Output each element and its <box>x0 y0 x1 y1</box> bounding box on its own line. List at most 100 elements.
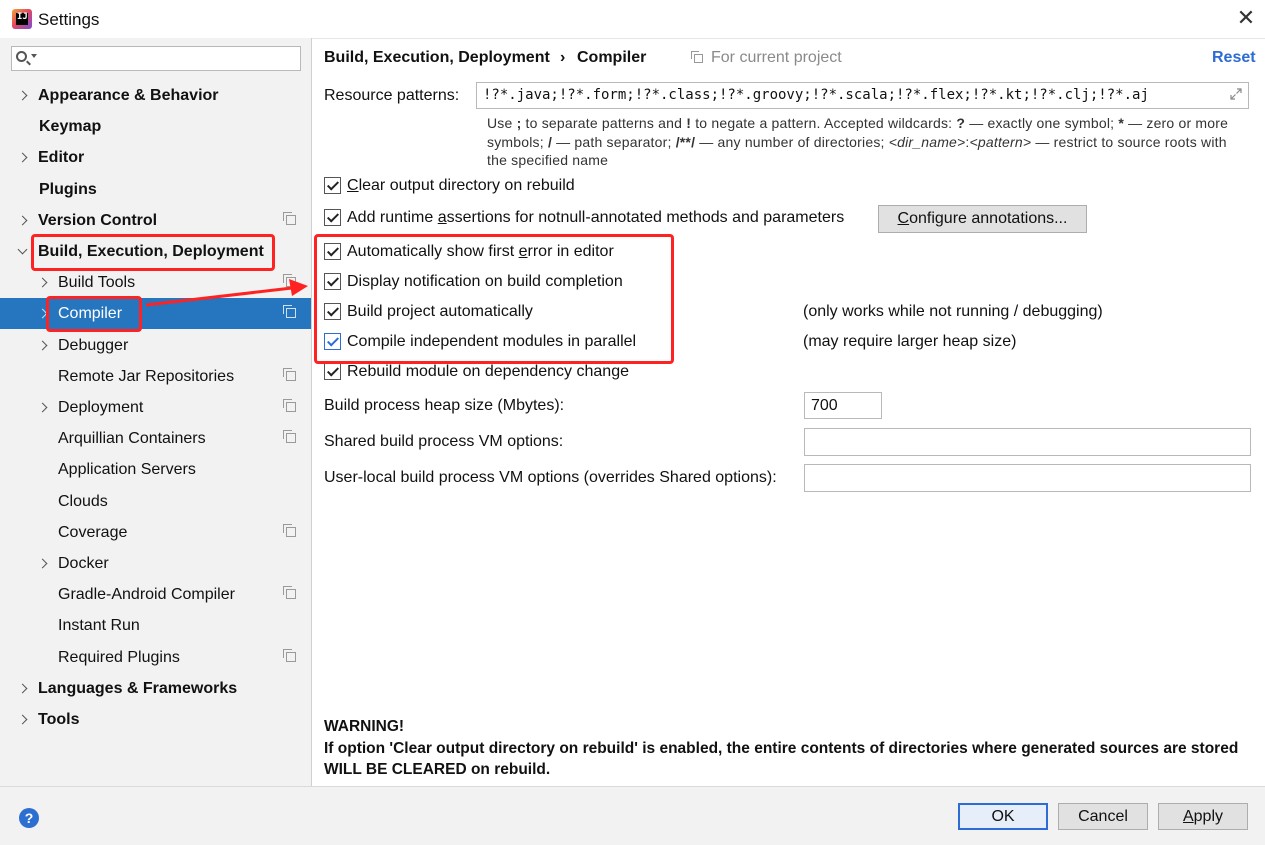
expand-icon[interactable] <box>1228 86 1244 102</box>
project-scope-icon <box>283 274 296 287</box>
sidebar-item-label: Build, Execution, Deployment <box>38 243 264 260</box>
apply-button[interactable]: Apply <box>1158 803 1248 830</box>
sidebar-item-editor[interactable]: Editor <box>0 142 311 173</box>
resource-patterns-help: Use ; to separate patterns and ! to nega… <box>487 115 1229 168</box>
build-automatically-note: (only works while not running / debuggin… <box>803 303 1103 320</box>
resource-patterns-label: Resource patterns: <box>324 87 460 104</box>
sidebar-item-label: Coverage <box>58 524 128 541</box>
sidebar-item-keymap[interactable]: Keymap <box>0 111 311 142</box>
project-scope-icon <box>283 212 296 225</box>
breadcrumb-separator: › <box>560 49 566 66</box>
sidebar-item-label: Required Plugins <box>58 649 180 666</box>
sidebar-item-label: Gradle-Android Compiler <box>58 586 235 603</box>
heap-size-field[interactable]: 700 <box>804 392 882 419</box>
checkbox-box[interactable] <box>324 177 341 194</box>
resource-patterns-field[interactable]: !?*.java;!?*.form;!?*.class;!?*.groovy;!… <box>476 82 1249 109</box>
intellij-app-icon: IJ <box>12 9 32 29</box>
shared-vm-options-field[interactable] <box>804 428 1251 456</box>
sidebar-item-clouds[interactable]: Clouds <box>0 486 311 517</box>
chevron-right-icon[interactable] <box>17 714 28 725</box>
local-vm-label: User-local build process VM options (ove… <box>324 469 777 486</box>
project-scope-icon <box>283 649 296 662</box>
chevron-right-icon[interactable] <box>17 683 28 694</box>
sidebar-item-label: Clouds <box>58 493 108 510</box>
sidebar-item-arquillian-containers[interactable]: Arquillian Containers <box>0 423 311 454</box>
sidebar-item-appearance-behavior[interactable]: Appearance & Behavior <box>0 80 311 111</box>
sidebar-item-version-control[interactable]: Version Control <box>0 205 311 236</box>
chevron-right-icon[interactable] <box>17 90 28 101</box>
chevron-right-icon[interactable] <box>17 152 28 163</box>
sidebar-item-label: Debugger <box>58 337 129 354</box>
sidebar-item-label: Build Tools <box>58 274 136 291</box>
sidebar-item-label: Remote Jar Repositories <box>58 368 235 385</box>
reset-link[interactable]: Reset <box>1212 49 1256 67</box>
close-icon[interactable]: ✕ <box>1234 6 1258 30</box>
breadcrumb-parent: Build, Execution, Deployment <box>324 49 550 66</box>
shared-vm-label: Shared build process VM options: <box>324 433 564 450</box>
checkbox-box[interactable] <box>324 363 341 380</box>
sidebar-item-compiler[interactable]: Compiler <box>0 298 311 329</box>
sidebar-item-label: Compiler <box>58 305 123 322</box>
warning-text: If option 'Clear output directory on reb… <box>324 739 1239 779</box>
project-scope-icon <box>283 305 296 318</box>
search-input[interactable] <box>11 46 301 71</box>
chevron-right-icon[interactable] <box>37 308 48 319</box>
project-scope-icon <box>283 430 296 443</box>
sidebar-item-label: Arquillian Containers <box>58 430 206 447</box>
sidebar-item-label: Keymap <box>39 118 102 135</box>
chevron-right-icon[interactable] <box>37 340 48 351</box>
cancel-button[interactable]: Cancel <box>1058 803 1148 830</box>
sidebar-item-remote-jar-repositories[interactable]: Remote Jar Repositories <box>0 361 311 392</box>
sidebar-item-deployment[interactable]: Deployment <box>0 392 311 423</box>
sidebar-item-languages-frameworks[interactable]: Languages & Frameworks <box>0 673 311 704</box>
scope-label: For current project <box>711 49 842 66</box>
sidebar-item-label: Version Control <box>38 212 158 229</box>
checkbox-box[interactable] <box>324 273 341 290</box>
sidebar-item-label: Docker <box>58 555 109 572</box>
sidebar-item-instant-run[interactable]: Instant Run <box>0 610 311 641</box>
sidebar-item-debugger[interactable]: Debugger <box>0 330 311 361</box>
project-scope-icon <box>283 524 296 537</box>
window-title: Settings <box>38 10 100 29</box>
sidebar-item-label: Languages & Frameworks <box>38 680 238 697</box>
local-vm-options-field[interactable] <box>804 464 1251 492</box>
chevron-right-icon[interactable] <box>17 215 28 226</box>
sidebar-item-coverage[interactable]: Coverage <box>0 517 311 548</box>
project-scope-icon <box>691 51 703 63</box>
project-scope-icon <box>283 586 296 599</box>
checkbox-box[interactable] <box>324 303 341 320</box>
sidebar-item-tools[interactable]: Tools <box>0 704 311 735</box>
chevron-right-icon[interactable] <box>37 277 48 288</box>
sidebar-item-label: Application Servers <box>58 461 196 478</box>
sidebar-item-label: Tools <box>38 711 80 728</box>
sidebar-item-application-servers[interactable]: Application Servers <box>0 454 311 485</box>
parallel-note: (may require larger heap size) <box>803 333 1017 350</box>
heap-size-label: Build process heap size (Mbytes): <box>324 397 565 414</box>
help-icon[interactable]: ? <box>19 808 39 828</box>
sidebar-item-required-plugins[interactable]: Required Plugins <box>0 642 311 673</box>
chevron-down-icon[interactable] <box>17 244 28 255</box>
sidebar-item-build-tools[interactable]: Build Tools <box>0 267 311 298</box>
sidebar-item-label: Plugins <box>39 181 97 198</box>
checkbox-box[interactable] <box>324 209 341 226</box>
warning-title: WARNING! <box>324 718 405 735</box>
sidebar-item-label: Deployment <box>58 399 144 416</box>
chevron-down-icon[interactable] <box>31 54 37 58</box>
sidebar-item-build-execution-deployment[interactable]: Build, Execution, Deployment <box>0 236 311 267</box>
page-title: Compiler <box>577 49 647 66</box>
project-scope-icon <box>283 399 296 412</box>
chevron-right-icon[interactable] <box>37 402 48 413</box>
sidebar-item-label: Appearance & Behavior <box>38 87 219 104</box>
configure-annotations-button[interactable]: Configure annotations... <box>878 205 1087 233</box>
sidebar-item-plugins[interactable]: Plugins <box>0 174 311 205</box>
sidebar-item-label: Instant Run <box>58 617 140 634</box>
sidebar-item-gradle-android-compiler[interactable]: Gradle-Android Compiler <box>0 579 311 610</box>
search-icon[interactable] <box>16 51 27 62</box>
checkbox-box[interactable] <box>324 333 341 350</box>
warning-message: WARNING! If option 'Clear output directo… <box>324 716 1244 781</box>
sidebar-item-docker[interactable]: Docker <box>0 548 311 579</box>
ok-button[interactable]: OK <box>958 803 1048 830</box>
title-bar <box>0 0 1265 39</box>
checkbox-box[interactable] <box>324 243 341 260</box>
chevron-right-icon[interactable] <box>37 558 48 569</box>
